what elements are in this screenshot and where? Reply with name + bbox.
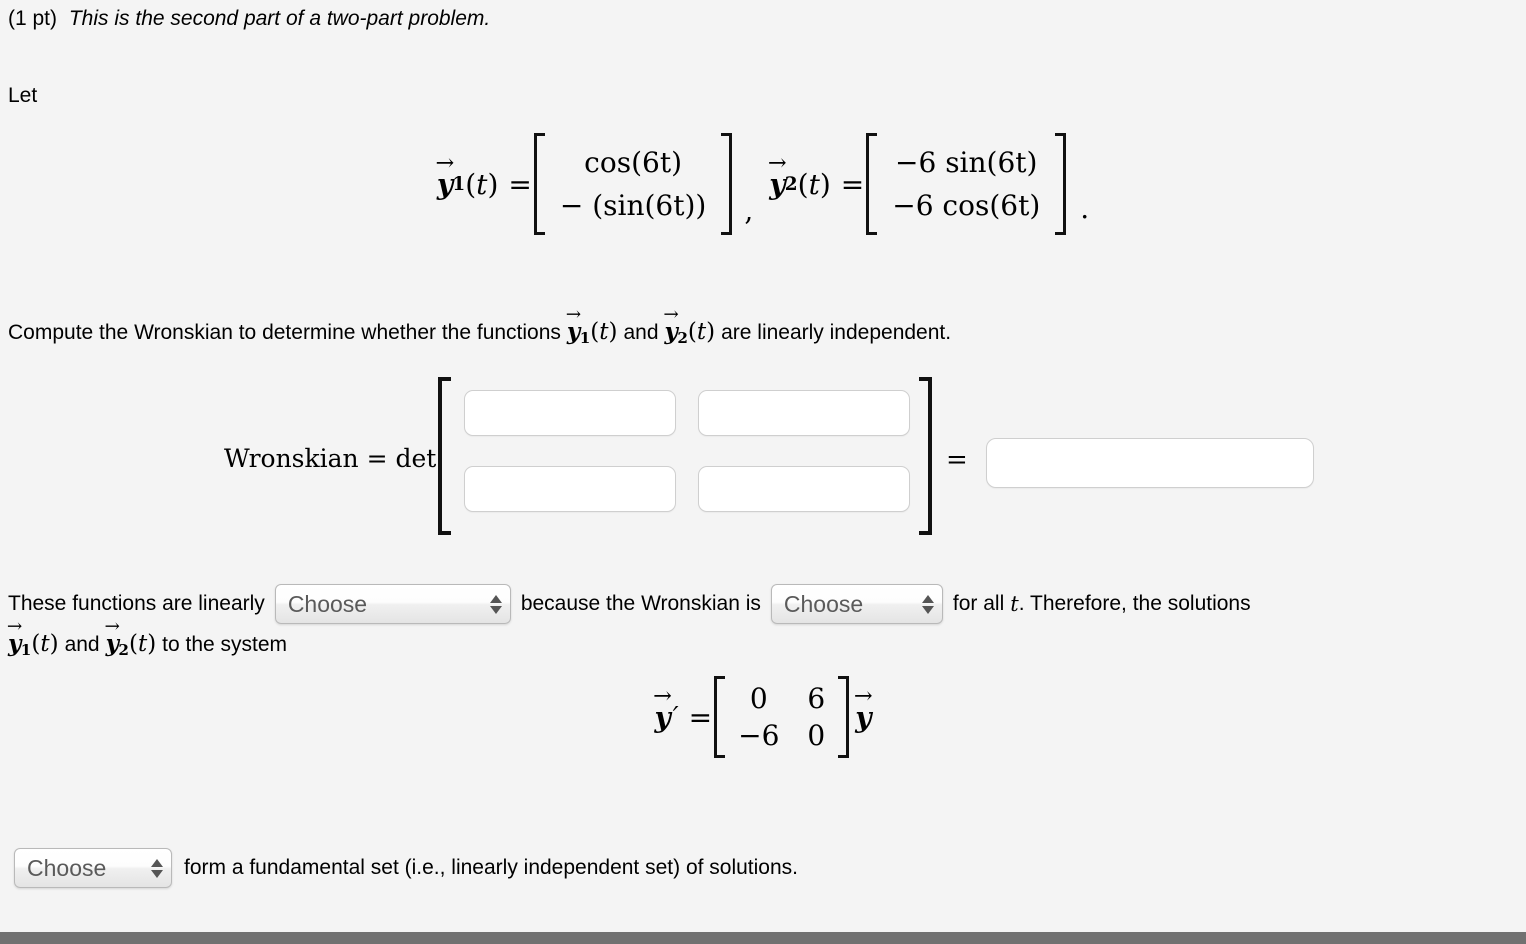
- compute-text-after: are linearly independent.: [721, 321, 952, 344]
- compute-y1-ref: → y1(t): [565, 303, 618, 348]
- system-rhs-vector: → y: [853, 683, 873, 734]
- y2-row-2: −6 cos(6t): [892, 189, 1041, 222]
- y1-right-bracket: [720, 133, 734, 235]
- system-right-bracket: [837, 676, 851, 758]
- conclusion-text-3: for all: [952, 591, 1005, 615]
- y2-equals: =: [840, 167, 865, 201]
- select-linearly[interactable]: Choose: [274, 584, 511, 624]
- y2-vector: −6 sin(6t) −6 cos(6t): [878, 133, 1054, 235]
- matrix-cell-0-1: 6: [807, 682, 826, 715]
- determinant-left-bracket: [434, 377, 451, 535]
- let-label: Let: [8, 84, 38, 107]
- wronskian-entry-11[interactable]: [464, 390, 676, 436]
- wronskian-entry-22[interactable]: [698, 466, 910, 512]
- y2-left-bracket: [864, 133, 878, 235]
- y1-subscript: 1: [452, 173, 466, 195]
- wronskian-equals: =: [946, 445, 968, 475]
- conclusion-line2-and: and: [64, 633, 100, 656]
- select-fundamental-set[interactable]: Choose: [14, 848, 172, 888]
- y1-row-1: cos(6t): [584, 146, 682, 179]
- select-wronskian-sign[interactable]: Choose: [770, 584, 943, 624]
- conclusion-text-4: . Therefore, the solutions: [1018, 591, 1251, 615]
- y1-definition: → y 1 (t) = cos(6t) − (sin(6t)): [435, 133, 735, 235]
- problem-page: (1 pt) This is the second part of a two-…: [0, 0, 1526, 932]
- select-fundamental-value: Choose: [27, 854, 107, 881]
- y1-label: → y 1 (t) =: [435, 150, 532, 201]
- compute-y2-ref: → y2(t): [663, 303, 716, 348]
- conclusion-text-1: These functions are linearly: [8, 591, 265, 615]
- y1-equals: =: [508, 167, 532, 201]
- y2-right-bracket: [1054, 133, 1068, 235]
- definition-equation: → y 1 (t) = cos(6t) − (sin(6t)) , → y 2 (t) = …: [0, 133, 1526, 235]
- window-bottom-bar: [0, 932, 1526, 944]
- final-line: Choose form a fundamental set (i.e., lin…: [14, 848, 798, 888]
- matrix-cell-0-0: 0: [749, 682, 768, 715]
- chevron-updown-icon: [921, 594, 934, 614]
- system-left-bracket: [712, 676, 726, 758]
- determinant-right-bracket: [919, 377, 936, 535]
- select-linearly-value: Choose: [287, 590, 368, 617]
- conclusion-line2-tail: to the system: [162, 633, 288, 656]
- y1-argument: (t): [465, 167, 499, 201]
- chevron-updown-icon: [489, 594, 502, 614]
- conclusion-line-1: These functions are linearly Choose beca…: [8, 584, 1251, 624]
- select-wronskian-value: Choose: [783, 590, 864, 617]
- y1-row-2: − (sin(6t)): [559, 189, 707, 222]
- chevron-updown-icon: [151, 858, 163, 878]
- system-equals: =: [688, 700, 713, 734]
- system-matrix: 0 6 −6 0: [726, 676, 837, 758]
- y1-left-bracket: [532, 133, 546, 235]
- conclusion-y1-ref: → y1(t): [6, 615, 59, 660]
- conclusion-line-2: → y1(t) and → y2(t) to the system: [6, 615, 288, 660]
- system-prime: ′: [672, 702, 679, 732]
- conclusion-t-variable: t: [1010, 591, 1019, 616]
- system-lhs: → y ′ =: [653, 683, 713, 734]
- y2-label: → y 2 (t) =: [767, 150, 865, 201]
- wronskian-answer-area: Wronskian = det =: [0, 372, 1526, 537]
- compute-instruction: Compute the Wronskian to determine wheth…: [8, 303, 952, 348]
- equation-period: .: [1080, 192, 1090, 225]
- y2-subscript: 2: [784, 173, 798, 195]
- wronskian-result-input[interactable]: [986, 438, 1314, 488]
- compute-text-before: Compute the Wronskian to determine wheth…: [8, 321, 561, 344]
- system-equation-body: → y ′ = 0 6 −6 0 → y: [653, 676, 873, 758]
- wronskian-entry-21[interactable]: [464, 466, 676, 512]
- conclusion-y2-ref: → y2(t): [104, 615, 157, 660]
- points-label: (1 pt): [8, 7, 58, 30]
- compute-and-text: and: [623, 321, 659, 344]
- wronskian-label: Wronskian = det: [224, 444, 437, 473]
- problem-instruction: This is the second part of a two-part pr…: [68, 7, 491, 30]
- wronskian-entry-12[interactable]: [698, 390, 910, 436]
- matrix-cell-1-0: −6: [738, 719, 780, 752]
- final-text: form a fundamental set (i.e., linearly i…: [184, 855, 799, 879]
- problem-header: (1 pt) This is the second part of a two-…: [8, 6, 490, 32]
- equation-comma: ,: [744, 194, 754, 227]
- y2-row-1: −6 sin(6t): [895, 146, 1038, 179]
- y1-vector: cos(6t) − (sin(6t)): [546, 133, 720, 235]
- system-equation: → y ′ = 0 6 −6 0 → y: [0, 676, 1526, 758]
- y2-definition: → y 2 (t) = −6 sin(6t) −6 cos(6t) .: [767, 133, 1090, 235]
- matrix-cell-1-1: 0: [807, 719, 826, 752]
- y2-argument: (t): [797, 167, 831, 201]
- conclusion-text-2: because the Wronskian is: [520, 591, 761, 615]
